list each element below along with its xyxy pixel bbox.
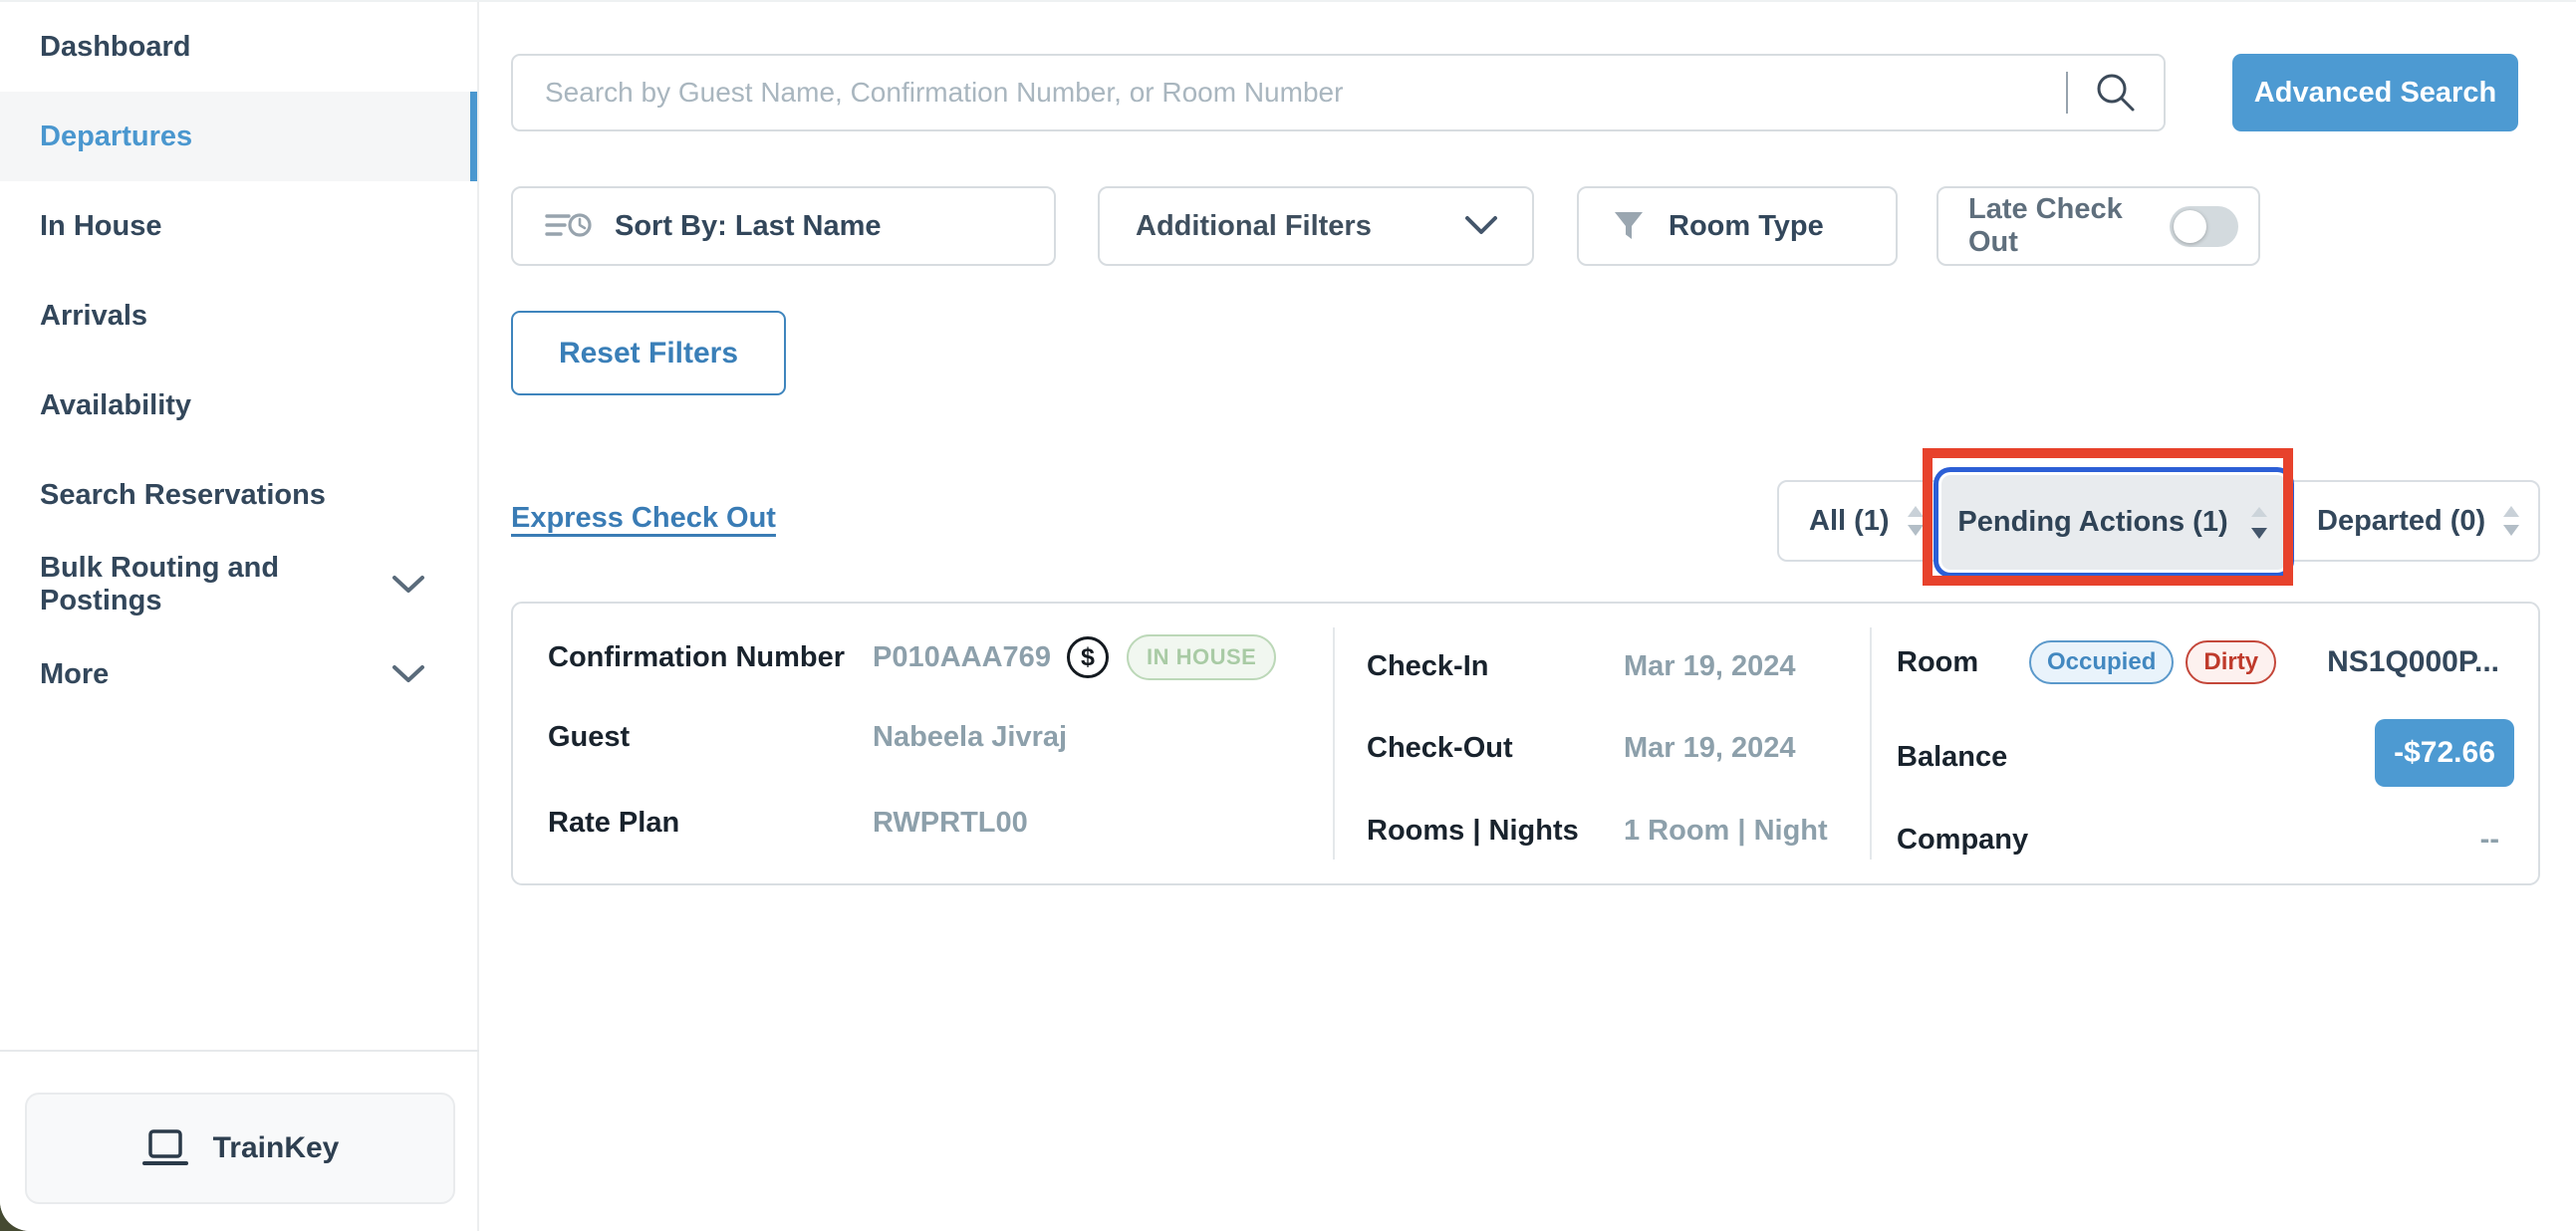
rooms-nights-label: Rooms | Nights <box>1367 815 1624 848</box>
sort-arrows-icon <box>2501 504 2521 538</box>
sort-by-control[interactable]: Sort By: Last Name <box>511 186 1056 266</box>
checkin-date: Mar 19, 2024 <box>1624 650 1796 683</box>
sidebar-item-arrivals[interactable]: Arrivals <box>0 271 477 361</box>
search-input[interactable] <box>513 77 2066 109</box>
sidebar-item-label: Arrivals <box>40 300 147 333</box>
sidebar-item-label: Search Reservations <box>40 479 326 512</box>
in-house-status-badge: IN HOUSE <box>1127 634 1276 680</box>
late-checkout-toggle[interactable] <box>2170 206 2238 247</box>
app-window: Dashboard Departures In House Arrivals A… <box>0 0 2576 1231</box>
trainkey-button[interactable]: TrainKey <box>25 1093 455 1204</box>
sidebar: Dashboard Departures In House Arrivals A… <box>0 2 479 1231</box>
card-column-divider <box>1870 627 1872 860</box>
sidebar-item-label: In House <box>40 210 161 243</box>
room-occupied-badge: Occupied <box>2029 640 2174 684</box>
sidebar-item-search-reservations[interactable]: Search Reservations <box>0 450 477 540</box>
company-value: -- <box>2480 824 2499 857</box>
sidebar-item-dashboard[interactable]: Dashboard <box>0 2 477 92</box>
checkout-label: Check-Out <box>1367 732 1624 765</box>
tab-departed[interactable]: Departed (0) <box>2317 482 2521 560</box>
tab-all[interactable]: All (1) <box>1809 482 1926 560</box>
guest-label: Guest <box>548 721 873 754</box>
advanced-search-button[interactable]: Advanced Search <box>2232 54 2518 131</box>
room-dirty-badge: Dirty <box>2186 640 2276 684</box>
reservation-card[interactable]: Confirmation Number P010AAA769 $ IN HOUS… <box>511 602 2540 885</box>
tab-pending-actions[interactable]: Pending Actions (1) <box>1941 475 2286 570</box>
tab-all-label: All (1) <box>1809 505 1890 538</box>
room-row: Room Occupied Dirty NS1Q000P... <box>1897 639 2499 685</box>
checkout-row: Check-Out Mar 19, 2024 <box>1367 725 1796 771</box>
sidebar-item-label: Departures <box>40 121 192 153</box>
balance-label: Balance <box>1897 741 2007 774</box>
checkout-date: Mar 19, 2024 <box>1624 732 1796 765</box>
sidebar-item-more[interactable]: More <box>0 629 477 719</box>
room-number: NS1Q000P... <box>2327 645 2499 679</box>
search-bar <box>511 54 2166 131</box>
tab-pending-label: Pending Actions (1) <box>1957 506 2227 539</box>
sidebar-item-departures[interactable]: Departures <box>0 92 477 181</box>
sidebar-item-bulk-routing[interactable]: Bulk Routing and Postings <box>0 540 477 629</box>
checkin-row: Check-In Mar 19, 2024 <box>1367 643 1796 689</box>
sort-by-label: Sort By: Last Name <box>615 210 882 243</box>
rooms-nights-value: 1 Room | Night <box>1624 815 1828 848</box>
room-label: Room <box>1897 646 2029 679</box>
sort-arrows-desc-icon <box>2248 505 2270 541</box>
balance-amount-button[interactable]: -$72.66 <box>2375 719 2514 787</box>
express-checkout-link[interactable]: Express Check Out <box>511 502 776 535</box>
rate-plan-value: RWPRTL00 <box>873 807 1028 840</box>
card-column-divider <box>1333 627 1335 860</box>
sidebar-item-label: More <box>40 658 109 691</box>
additional-filters-dropdown[interactable]: Additional Filters <box>1098 186 1534 266</box>
sort-by-time-icon <box>545 207 593 245</box>
chevron-down-icon <box>391 664 425 684</box>
chevron-down-icon <box>391 575 425 595</box>
rate-plan-label: Rate Plan <box>548 807 873 840</box>
sidebar-item-label: Bulk Routing and Postings <box>40 552 391 617</box>
confirmation-label: Confirmation Number <box>548 641 873 674</box>
search-icon[interactable] <box>2068 71 2164 115</box>
sidebar-item-availability[interactable]: Availability <box>0 361 477 450</box>
sidebar-divider <box>0 1050 479 1052</box>
rate-plan-row: Rate Plan RWPRTL00 <box>548 800 1028 846</box>
additional-filters-label: Additional Filters <box>1136 210 1372 243</box>
late-checkout-label: Late Check Out <box>1968 193 2170 259</box>
checkin-label: Check-In <box>1367 650 1624 683</box>
dollar-icon: $ <box>1067 636 1109 678</box>
company-label: Company <box>1897 824 2028 857</box>
guest-row: Guest Nabeela Jivraj <box>548 714 1067 760</box>
confirmation-number: P010AAA769 <box>873 641 1051 674</box>
chevron-down-icon <box>1464 215 1498 237</box>
sidebar-item-in-house[interactable]: In House <box>0 181 477 271</box>
trainkey-label: TrainKey <box>213 1131 340 1165</box>
rooms-nights-row: Rooms | Nights 1 Room | Night <box>1367 808 1828 854</box>
sort-arrows-icon <box>1906 504 1926 538</box>
reset-filters-button[interactable]: Reset Filters <box>511 311 786 395</box>
sidebar-item-label: Availability <box>40 389 191 422</box>
departures-tab-group: All (1) Pending Actions (1) Departed (0) <box>1777 480 2540 562</box>
room-type-filter[interactable]: Room Type <box>1577 186 1898 266</box>
filter-funnel-icon <box>1611 208 1647 244</box>
company-row: Company -- <box>1897 817 2499 862</box>
room-type-label: Room Type <box>1669 210 1824 243</box>
laptop-icon <box>141 1128 189 1168</box>
late-checkout-filter: Late Check Out <box>1936 186 2260 266</box>
confirmation-row: Confirmation Number P010AAA769 $ IN HOUS… <box>548 634 1276 680</box>
sidebar-item-label: Dashboard <box>40 31 190 64</box>
toggle-knob <box>2174 210 2206 243</box>
guest-name: Nabeela Jivraj <box>873 721 1067 754</box>
tab-departed-label: Departed (0) <box>2317 505 2485 538</box>
